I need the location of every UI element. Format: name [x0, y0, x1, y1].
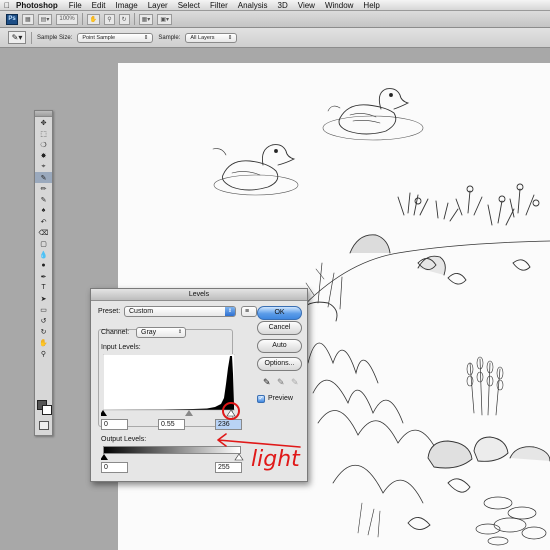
annotation-arrow	[217, 433, 301, 448]
annotation-overlay: light	[217, 402, 301, 472]
annotation-text: light	[251, 447, 301, 472]
annotation-circle	[222, 402, 240, 420]
